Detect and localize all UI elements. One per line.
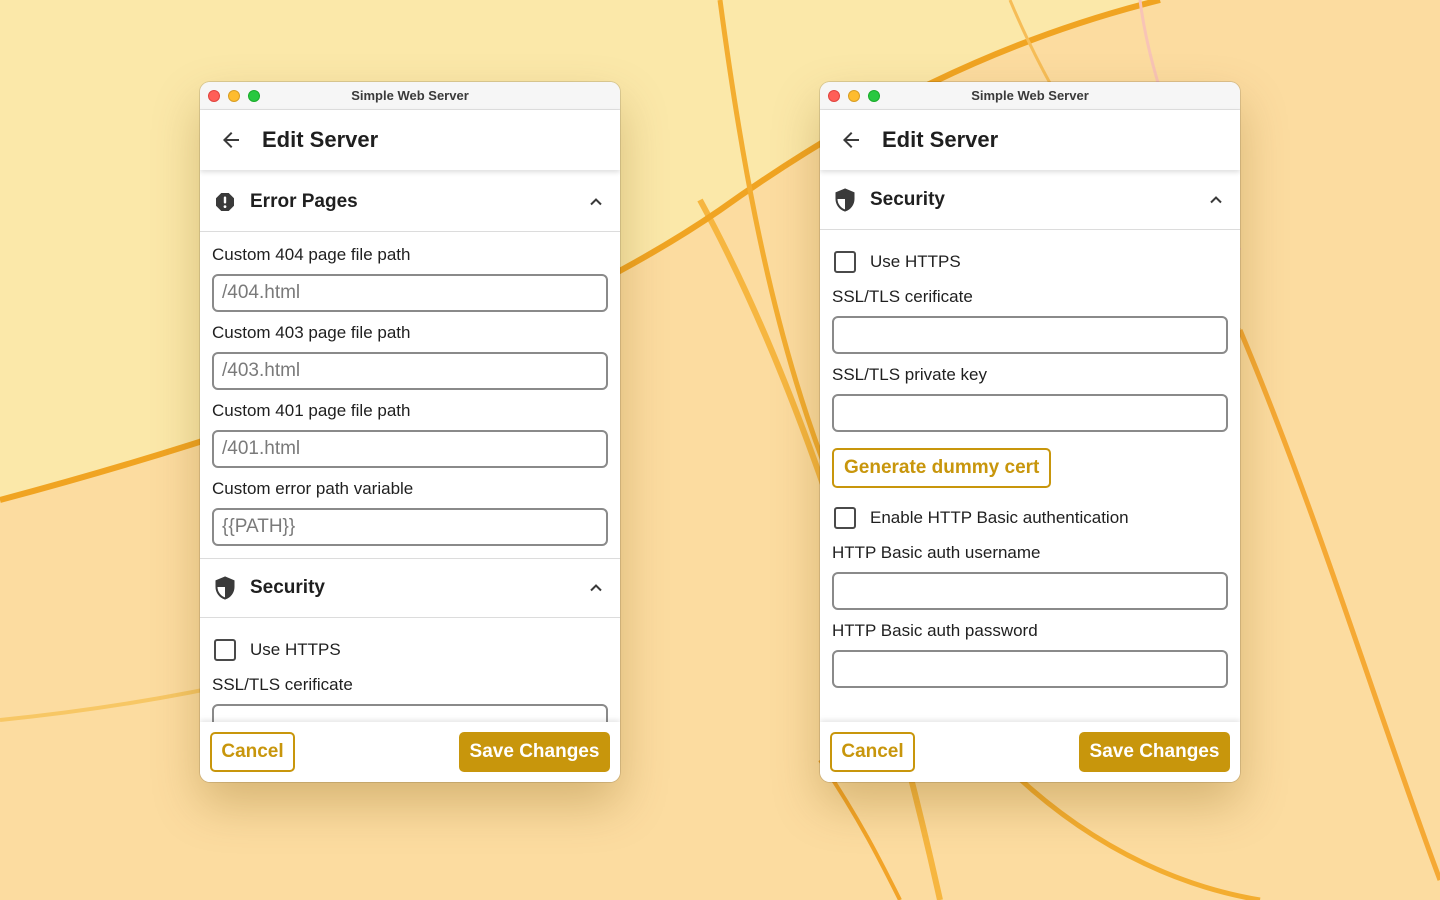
back-button[interactable]	[836, 125, 866, 155]
shield-icon	[212, 575, 238, 601]
field-label: HTTP Basic auth password	[832, 621, 1038, 640]
shield-icon	[832, 187, 858, 213]
window-controls	[208, 90, 260, 102]
field-ssl-cert: SSL/TLS cerificate	[212, 674, 608, 722]
save-changes-button[interactable]: Save Changes	[459, 732, 610, 772]
field-label: Custom 404 page file path	[212, 245, 411, 264]
section-header-security[interactable]: Security	[820, 170, 1240, 230]
field-basic-password: HTTP Basic auth password	[832, 620, 1228, 688]
field-label: Custom error path variable	[212, 479, 414, 498]
checkbox-label: Enable HTTP Basic authentication	[870, 508, 1129, 527]
page-title: Edit Server	[882, 127, 999, 152]
action-bar: Cancel Save Changes	[820, 722, 1240, 782]
error-octagon-icon	[212, 189, 238, 215]
section-title: Error Pages	[250, 190, 358, 212]
field-label: Custom 403 page file path	[212, 323, 411, 342]
settings-scroll-area[interactable]: Security Use HTTPS SSL/TLS cerificate SS…	[820, 170, 1240, 722]
cancel-button[interactable]: Cancel	[210, 732, 295, 772]
ssl-cert-input[interactable]	[212, 704, 608, 722]
field-label: Custom 401 page file path	[212, 401, 411, 420]
field-label: SSL/TLS private key	[832, 365, 987, 384]
chevron-up-icon[interactable]	[584, 576, 608, 600]
field-ssl-key: SSL/TLS private key	[832, 364, 1228, 432]
arrow-left-icon	[223, 132, 239, 148]
app-bar: Edit Server	[200, 110, 620, 170]
window-controls	[828, 90, 880, 102]
checkbox-label: Use HTTPS	[870, 252, 961, 271]
use-https-checkbox[interactable]	[214, 639, 236, 661]
window-title: Simple Web Server	[971, 88, 1089, 103]
back-button[interactable]	[216, 125, 246, 155]
close-window-icon[interactable]	[828, 90, 840, 102]
security-body: Use HTTPS SSL/TLS cerificate	[200, 618, 620, 722]
left-app-window: Simple Web Server Edit Server Error Page…	[200, 82, 620, 782]
save-changes-button[interactable]: Save Changes	[1079, 732, 1230, 772]
minimize-window-icon[interactable]	[848, 90, 860, 102]
arrow-left-icon	[843, 132, 859, 148]
security-body: Use HTTPS SSL/TLS cerificate SSL/TLS pri…	[820, 230, 1240, 688]
use-https-checkbox[interactable]	[834, 251, 856, 273]
field-ssl-cert: SSL/TLS cerificate	[832, 286, 1228, 354]
error-pages-body: Custom 404 page file path Custom 403 pag…	[200, 232, 620, 546]
app-bar: Edit Server	[820, 110, 1240, 170]
basic-auth-row[interactable]: Enable HTTP Basic authentication	[832, 498, 1228, 538]
right-app-window: Simple Web Server Edit Server Security U…	[820, 82, 1240, 782]
zoom-window-icon[interactable]	[868, 90, 880, 102]
section-header-security[interactable]: Security	[200, 558, 620, 618]
field-404-path: Custom 404 page file path	[212, 244, 608, 312]
section-title: Security	[250, 577, 325, 598]
field-403-path: Custom 403 page file path	[212, 322, 608, 390]
page-title: Edit Server	[262, 127, 379, 152]
basic-auth-checkbox[interactable]	[834, 507, 856, 529]
field-401-path: Custom 401 page file path	[212, 400, 608, 468]
field-error-path-variable: Custom error path variable	[212, 478, 608, 546]
field-label: SSL/TLS cerificate	[832, 287, 973, 306]
zoom-window-icon[interactable]	[248, 90, 260, 102]
use-https-row[interactable]: Use HTTPS	[212, 630, 608, 670]
window-titlebar[interactable]: Simple Web Server	[200, 82, 620, 110]
ssl-private-key-input[interactable]	[832, 394, 1228, 432]
minimize-window-icon[interactable]	[228, 90, 240, 102]
settings-scroll-area[interactable]: Error Pages Custom 404 page file path Cu…	[200, 170, 620, 722]
window-titlebar[interactable]: Simple Web Server	[820, 82, 1240, 110]
action-bar: Cancel Save Changes	[200, 722, 620, 782]
chevron-up-icon[interactable]	[1204, 188, 1228, 212]
custom-403-path-input[interactable]	[212, 352, 608, 390]
field-label: SSL/TLS cerificate	[212, 675, 353, 694]
field-basic-username: HTTP Basic auth username	[832, 542, 1228, 610]
generate-dummy-cert-button[interactable]: Generate dummy cert	[832, 448, 1052, 488]
ssl-cert-input[interactable]	[832, 316, 1228, 354]
cancel-button[interactable]: Cancel	[830, 732, 915, 772]
basic-auth-password-input[interactable]	[832, 650, 1228, 688]
error-path-variable-input[interactable]	[212, 508, 608, 546]
use-https-row[interactable]: Use HTTPS	[832, 242, 1228, 282]
window-title: Simple Web Server	[351, 88, 469, 103]
section-title: Security	[870, 188, 945, 210]
chevron-up-icon[interactable]	[584, 190, 608, 214]
field-label: HTTP Basic auth username	[832, 543, 1041, 562]
close-window-icon[interactable]	[208, 90, 220, 102]
custom-404-path-input[interactable]	[212, 274, 608, 312]
custom-401-path-input[interactable]	[212, 430, 608, 468]
basic-auth-username-input[interactable]	[832, 572, 1228, 610]
section-header-error-pages[interactable]: Error Pages	[200, 172, 620, 232]
checkbox-label: Use HTTPS	[250, 640, 341, 659]
